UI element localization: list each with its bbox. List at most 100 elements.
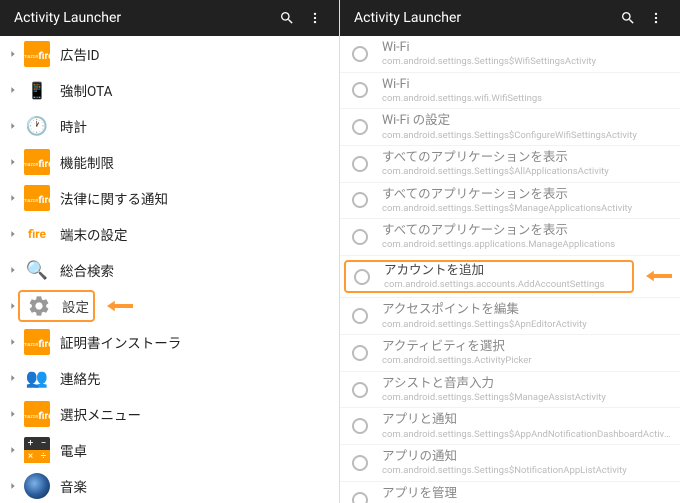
app-row[interactable]: 証明書インストーラ: [0, 324, 339, 360]
annotation-arrow-icon: [646, 264, 672, 289]
radio-icon[interactable]: [354, 269, 370, 285]
fire-orange-icon: [24, 185, 50, 211]
fire-orange-icon: [24, 149, 50, 175]
app-label: 連絡先: [60, 368, 331, 388]
app-row[interactable]: 📱強制OTA: [0, 72, 339, 108]
app-list[interactable]: 広告ID 📱強制OTA 🕐 時計機能制限法律に関する通知端末の設定 🔍 総合検索設定証明書…: [0, 36, 339, 503]
search-icon[interactable]: [273, 4, 301, 32]
activity-class: com.android.settings.Settings$AllApplica…: [382, 166, 672, 177]
activity-text: Wi-Ficom.android.settings.Settings$WifiS…: [382, 40, 672, 68]
activity-row[interactable]: すべてのアプリケーションを表示com.android.settings.Sett…: [340, 146, 680, 183]
activity-row[interactable]: アプリを管理com.android.settings.ManageApplica…: [340, 482, 680, 503]
app-label: 強制OTA: [60, 80, 331, 100]
activity-class: com.android.settings.Settings$ApnEditorA…: [382, 319, 672, 330]
activity-text: アクティビティを選択com.android.settings.ActivityP…: [382, 339, 672, 367]
app-row[interactable]: 音楽: [0, 468, 339, 503]
activity-row[interactable]: アプリと通知com.android.settings.Settings$AppA…: [340, 408, 680, 445]
search-icon: 🔍: [24, 257, 50, 283]
fire-orange-icon: [24, 41, 50, 67]
activity-class: com.android.settings.Settings$ManageAssi…: [382, 392, 672, 403]
activity-row[interactable]: アクセスポイントを編集com.android.settings.Settings…: [340, 298, 680, 335]
radio-icon[interactable]: [352, 418, 368, 434]
toolbar-title: Activity Launcher: [354, 10, 614, 26]
activity-class: com.android.settings.Settings$Notificati…: [382, 465, 672, 476]
app-row[interactable]: 🕐 時計: [0, 108, 339, 144]
app-row[interactable]: 🔍 総合検索: [0, 252, 339, 288]
radio-icon[interactable]: [352, 455, 368, 471]
search-icon[interactable]: [614, 4, 642, 32]
activity-row[interactable]: アプリの通知com.android.settings.Settings$Noti…: [340, 445, 680, 482]
activity-row[interactable]: アクティビティを選択com.android.settings.ActivityP…: [340, 335, 680, 372]
overflow-menu-icon[interactable]: [301, 4, 329, 32]
radio-icon[interactable]: [352, 382, 368, 398]
app-row[interactable]: 選択メニュー: [0, 396, 339, 432]
app-label: 時計: [60, 116, 331, 136]
toolbar-right: Activity Launcher: [340, 0, 680, 36]
app-row[interactable]: 機能制限: [0, 144, 339, 180]
app-row[interactable]: +−×÷ 電卓: [0, 432, 339, 468]
chevron-right-icon: [4, 481, 22, 491]
app-label: 端末の設定: [60, 224, 331, 244]
activity-row[interactable]: すべてのアプリケーションを表示com.android.settings.appl…: [340, 219, 680, 256]
activity-text: Wi-Ficom.android.settings.wifi.WifiSetti…: [382, 77, 672, 105]
activity-row[interactable]: すべてのアプリケーションを表示com.android.settings.Sett…: [340, 183, 680, 220]
radio-icon[interactable]: [352, 156, 368, 172]
app-row[interactable]: 👥 連絡先: [0, 360, 339, 396]
activity-row[interactable]: Wi-Fi の設定com.android.settings.Settings$C…: [340, 109, 680, 146]
activity-title: アシストと音声入力: [382, 376, 672, 392]
highlight-annotation: アカウントを追加com.android.settings.accounts.Ad…: [344, 260, 634, 294]
right-panel: Activity Launcher Wi-Ficom.android.setti…: [340, 0, 680, 503]
annotation-arrow-icon: [107, 294, 133, 319]
activity-title: アプリと通知: [382, 412, 672, 428]
activity-row[interactable]: Wi-Ficom.android.settings.wifi.WifiSetti…: [340, 73, 680, 110]
activity-text: アクセスポイントを編集com.android.settings.Settings…: [382, 302, 672, 330]
activity-title: Wi-Fi: [382, 77, 672, 93]
radio-icon[interactable]: [352, 82, 368, 98]
app-row[interactable]: 法律に関する通知: [0, 180, 339, 216]
chevron-right-icon: [4, 85, 22, 95]
activity-list[interactable]: Wi-Fi com.android.settings.Settings$WifiS…: [340, 36, 680, 503]
app-row[interactable]: 設定: [0, 288, 339, 324]
clock-icon: 🕐: [24, 113, 50, 139]
chevron-right-icon: [4, 229, 22, 239]
calc-icon: +−×÷: [24, 437, 50, 463]
contacts-icon: 👥: [24, 365, 50, 391]
activity-title: アクセスポイントを編集: [382, 302, 672, 318]
app-label: 総合検索: [60, 260, 331, 280]
app-row[interactable]: 広告ID: [0, 36, 339, 72]
fire-orange-icon: [24, 329, 50, 355]
activity-text: Wi-Fi の設定com.android.settings.Settings$C…: [382, 113, 672, 141]
app-label: 電卓: [60, 440, 331, 460]
chevron-right-icon: [4, 265, 22, 275]
overflow-menu-icon[interactable]: [642, 4, 670, 32]
activity-title: アプリの通知: [382, 449, 672, 465]
radio-icon[interactable]: [352, 345, 368, 361]
radio-icon[interactable]: [352, 308, 368, 324]
radio-icon[interactable]: [352, 492, 368, 503]
radio-icon[interactable]: [352, 119, 368, 135]
activity-text: アプリと通知com.android.settings.Settings$AppA…: [382, 412, 672, 440]
activity-class: com.android.settings.accounts.AddAccount…: [384, 279, 628, 290]
activity-row[interactable]: Wi-Ficom.android.settings.Settings$WifiS…: [340, 36, 680, 73]
activity-text: アプリの通知com.android.settings.Settings$Noti…: [382, 449, 672, 477]
activity-text: アシストと音声入力com.android.settings.Settings$M…: [382, 376, 672, 404]
app-label: 証明書インストーラ: [60, 332, 331, 352]
activity-class: com.android.settings.Settings$WifiSettin…: [382, 56, 672, 67]
app-row[interactable]: 端末の設定: [0, 216, 339, 252]
activity-text: すべてのアプリケーションを表示com.android.settings.appl…: [382, 223, 672, 251]
activity-title: アクティビティを選択: [382, 339, 672, 355]
radio-icon[interactable]: [352, 229, 368, 245]
activity-row[interactable]: アシストと音声入力com.android.settings.Settings$M…: [340, 372, 680, 409]
highlight-annotation: 設定: [18, 290, 95, 322]
chevron-right-icon: [4, 121, 22, 131]
radio-icon[interactable]: [352, 46, 368, 62]
radio-icon[interactable]: [352, 192, 368, 208]
activity-class: com.android.settings.applications.Manage…: [382, 239, 672, 250]
toolbar-left: Activity Launcher: [0, 0, 339, 36]
activity-row[interactable]: アカウントを追加com.android.settings.accounts.Ad…: [340, 256, 680, 299]
app-label: 広告ID: [60, 44, 331, 64]
toolbar-title: Activity Launcher: [14, 10, 273, 26]
settings-gear-icon: [26, 293, 52, 319]
chevron-right-icon: [4, 157, 22, 167]
chevron-right-icon: [4, 193, 22, 203]
